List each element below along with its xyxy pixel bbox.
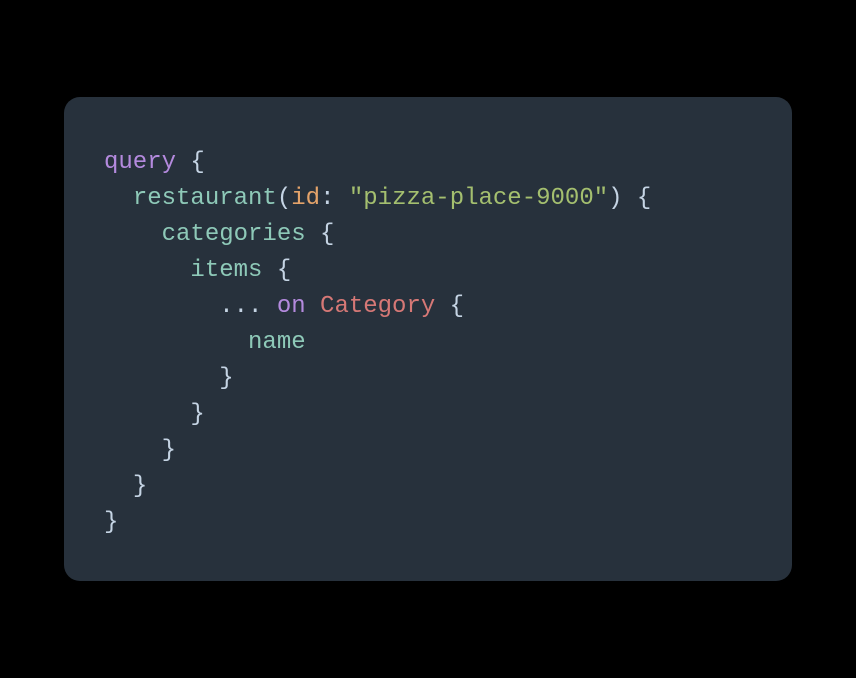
keyword-query: query — [104, 149, 176, 176]
indent — [104, 221, 162, 248]
indent — [104, 437, 162, 464]
code-block: query { restaurant(id: "pizza-place-9000… — [64, 97, 792, 581]
field-restaurant: restaurant — [133, 185, 277, 212]
brace-open: { — [623, 185, 652, 212]
string-value: "pizza-place-9000" — [349, 185, 608, 212]
code-content: query { restaurant(id: "pizza-place-9000… — [104, 145, 752, 541]
indent — [104, 185, 133, 212]
brace-close: } — [133, 473, 147, 500]
type-category: Category — [320, 293, 435, 320]
arg-id: id — [291, 185, 320, 212]
indent — [104, 401, 190, 428]
field-categories: categories — [162, 221, 306, 248]
paren-close: ) — [608, 185, 622, 212]
indent — [104, 329, 248, 356]
indent — [104, 257, 190, 284]
colon: : — [320, 185, 349, 212]
indent — [104, 293, 219, 320]
brace-close: } — [162, 437, 176, 464]
brace-open: { — [262, 257, 291, 284]
spread: ... — [219, 293, 262, 320]
field-name: name — [248, 329, 306, 356]
field-items: items — [190, 257, 262, 284]
indent — [104, 473, 133, 500]
paren-open: ( — [277, 185, 291, 212]
brace-open: { — [176, 149, 205, 176]
brace-close: } — [104, 509, 118, 536]
brace-open: { — [306, 221, 335, 248]
brace-close: } — [190, 401, 204, 428]
brace-open: { — [435, 293, 464, 320]
indent — [104, 365, 219, 392]
brace-close: } — [219, 365, 233, 392]
keyword-on: on — [262, 293, 320, 320]
